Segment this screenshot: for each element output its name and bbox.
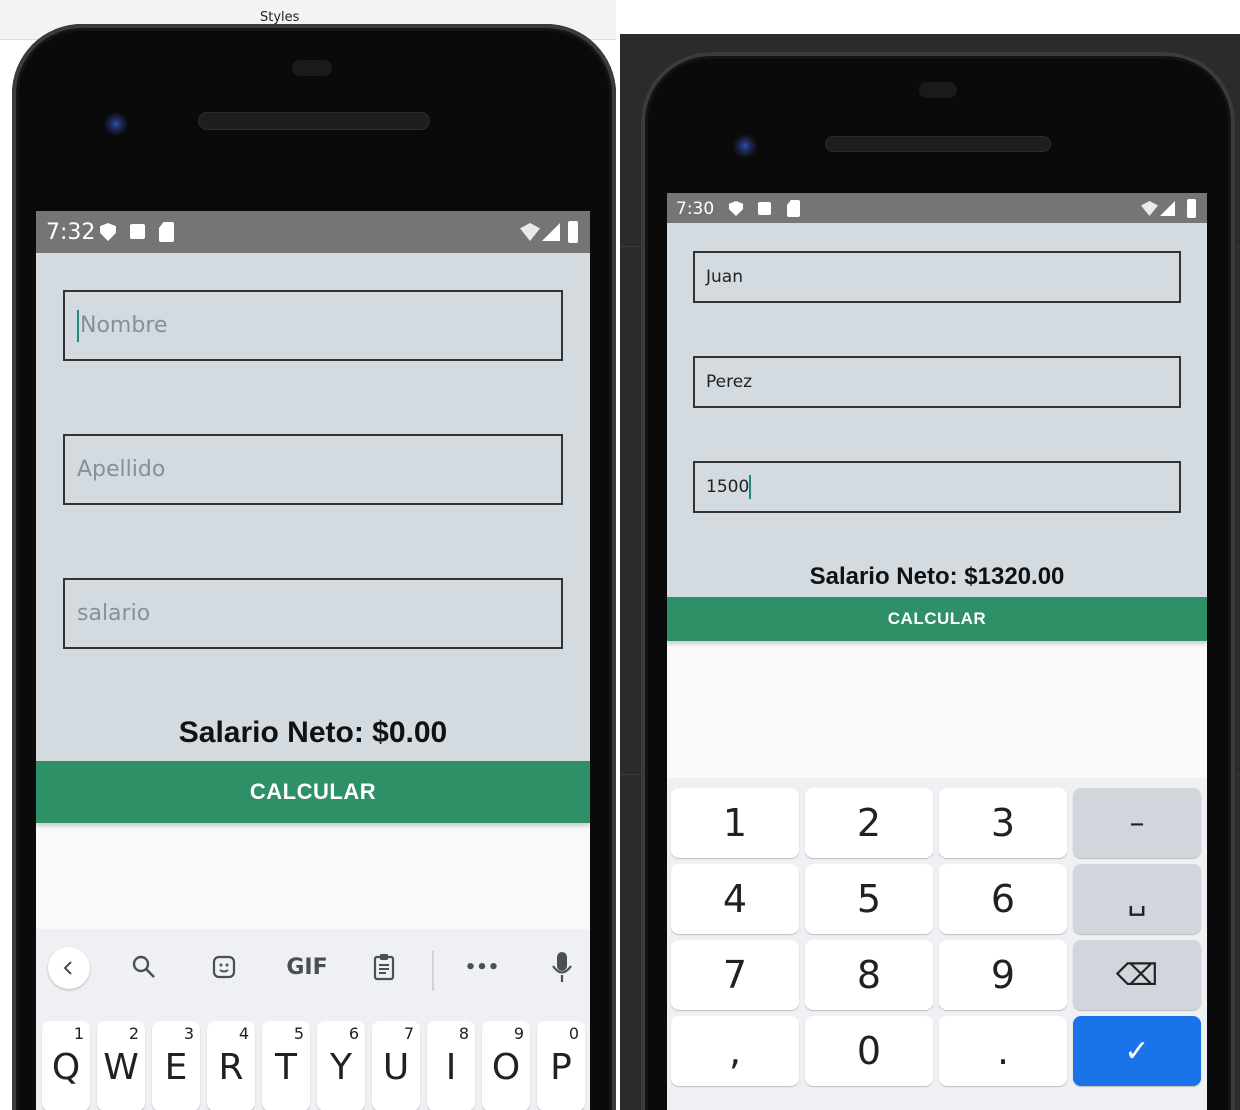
salario-neto-result: Salario Neto: $1320.00 (809, 563, 1065, 590)
key-w[interactable]: W2 (97, 1021, 145, 1110)
sdcard-icon (787, 200, 800, 217)
key-3[interactable]: 3 (939, 788, 1067, 858)
key-i[interactable]: I8 (427, 1021, 475, 1110)
wifi-icon (520, 223, 540, 241)
salario-placeholder: salario (77, 601, 151, 626)
key-q[interactable]: Q1 (42, 1021, 90, 1110)
shield-icon (100, 223, 116, 241)
key-6[interactable]: 6 (939, 864, 1067, 934)
key-minus[interactable]: – (1073, 788, 1201, 858)
key-7[interactable]: 7 (671, 940, 799, 1010)
key-e[interactable]: E3 (152, 1021, 200, 1110)
keyboard-search-button[interactable] (124, 947, 164, 987)
nombre-input[interactable]: Nombre (63, 290, 563, 361)
chevron-left-icon (63, 961, 72, 975)
app-form-area: Juan Perez 1500 (667, 223, 1207, 597)
app-form-area: Nombre Apellido salario (36, 253, 590, 761)
key-u[interactable]: U7 (372, 1021, 420, 1110)
key-4[interactable]: 4 (671, 864, 799, 934)
apellido-input[interactable]: Perez (693, 356, 1181, 408)
key-5[interactable]: 5 (805, 864, 933, 934)
status-bar: 7:32 (36, 211, 590, 253)
keyboard-gif-button[interactable]: GIF (282, 947, 332, 987)
signal-icon (1160, 201, 1175, 216)
apellido-value: Perez (706, 372, 753, 392)
sdcard-icon (159, 222, 174, 242)
clipboard-icon (373, 954, 395, 981)
status-time: 7:32 (46, 220, 96, 245)
phone-screen-right: 7:30 Juan Perez 1500 Salario Neto: $1320… (667, 193, 1207, 1110)
proximity-sensor (919, 82, 957, 98)
key-period[interactable]: . (939, 1016, 1067, 1086)
status-time: 7:30 (676, 199, 715, 219)
shield-icon (729, 201, 743, 216)
salario-neto-result: Salario Neto: $0.00 (178, 716, 448, 749)
a-icon (758, 202, 771, 215)
key-done[interactable]: ✓ (1073, 1016, 1201, 1086)
calcular-button[interactable]: CALCULAR (36, 761, 590, 823)
battery-icon (1187, 199, 1196, 218)
phone-screen-left: 7:32 Nombre Apellido salario Salario Net… (36, 211, 590, 1110)
key-t[interactable]: T5 (262, 1021, 310, 1110)
wifi-icon (1141, 201, 1158, 216)
key-0[interactable]: 0 (805, 1016, 933, 1086)
sticker-icon (212, 955, 236, 979)
keyboard-more-button[interactable]: ••• (462, 947, 502, 987)
apellido-placeholder: Apellido (77, 457, 166, 482)
mic-icon (552, 952, 572, 982)
key-backspace[interactable]: ⌫ (1073, 940, 1201, 1010)
nombre-placeholder: Nombre (80, 313, 168, 338)
search-icon (132, 955, 155, 978)
key-space[interactable]: ␣ (1073, 864, 1201, 934)
salario-value: 1500 (706, 477, 750, 497)
signal-icon (542, 223, 560, 241)
key-8[interactable]: 8 (805, 940, 933, 1010)
text-cursor (77, 309, 79, 342)
editor-tab-label[interactable]: Styles (260, 10, 299, 25)
soft-keyboard: GIF ••• Q1 W2 E3 R4 T5 Y6 U7 I8 O9 P0 (36, 929, 590, 1110)
a-icon (130, 224, 145, 239)
salario-input[interactable]: 1500 (693, 461, 1181, 513)
key-2[interactable]: 2 (805, 788, 933, 858)
salario-input[interactable]: salario (63, 578, 563, 649)
front-camera-icon (733, 134, 757, 158)
key-y[interactable]: Y6 (317, 1021, 365, 1110)
keyboard-mic-button[interactable] (542, 947, 582, 987)
proximity-sensor (292, 60, 332, 76)
apellido-input[interactable]: Apellido (63, 434, 563, 505)
nombre-value: Juan (706, 267, 743, 287)
text-cursor (749, 475, 752, 499)
left-emulator-panel: Styles 7:32 Nombre Apellido salario Sala… (0, 0, 616, 1110)
keyboard-back-button[interactable] (48, 947, 90, 989)
battery-icon (568, 221, 578, 243)
key-1[interactable]: 1 (671, 788, 799, 858)
front-camera-icon (104, 112, 128, 136)
screenshot-root: Styles 7:32 Nombre Apellido salario Sala… (0, 0, 1240, 1110)
key-comma[interactable]: , (671, 1016, 799, 1086)
key-o[interactable]: O9 (482, 1021, 530, 1110)
key-r[interactable]: R4 (207, 1021, 255, 1110)
keyboard-clipboard-button[interactable] (364, 947, 404, 987)
status-bar: 7:30 (667, 193, 1207, 223)
nombre-input[interactable]: Juan (693, 251, 1181, 303)
key-p[interactable]: P0 (537, 1021, 585, 1110)
toolbar-divider (432, 951, 434, 991)
key-9[interactable]: 9 (939, 940, 1067, 1010)
earpiece-speaker (825, 136, 1051, 152)
earpiece-speaker (198, 112, 430, 130)
calcular-button[interactable]: CALCULAR (667, 597, 1207, 641)
numeric-keyboard: 1 2 3 – 4 5 6 ␣ 7 8 9 ⌫ , 0 . ✓ (667, 778, 1207, 1110)
keyboard-sticker-button[interactable] (204, 947, 244, 987)
